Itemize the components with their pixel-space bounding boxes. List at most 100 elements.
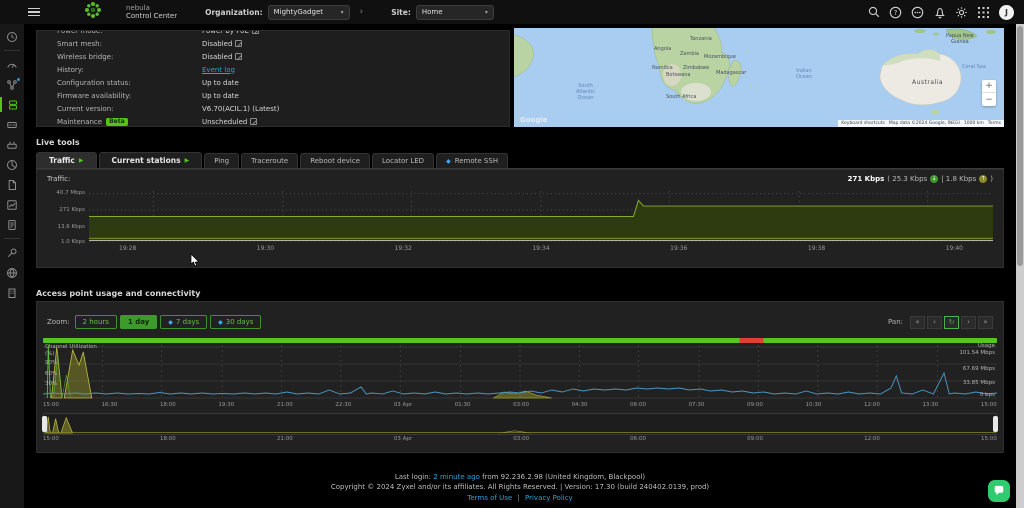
edit-icon[interactable]	[250, 118, 257, 125]
tick-label[interactable]: »	[978, 316, 993, 329]
slider-handle-left[interactable]	[42, 416, 47, 432]
ap-x-axis: 15:0016:3018:0019:3021:0022:3003 Apr01:3…	[43, 402, 997, 408]
sidebar-item-support[interactable]	[0, 265, 24, 280]
map-terms-link[interactable]: Terms	[988, 121, 1001, 126]
tick-label: 19:38	[808, 245, 825, 252]
tick-label: 12:00	[864, 402, 880, 408]
chat-widget-button[interactable]	[988, 480, 1010, 502]
tick-label[interactable]: ↻	[944, 316, 959, 329]
traffic-total: 271 Kbps	[848, 175, 885, 183]
tab-reboot-device[interactable]: Reboot device	[300, 153, 370, 168]
edit-icon[interactable]	[252, 30, 259, 34]
tab-current-stations[interactable]: Current stations ▶	[99, 152, 203, 168]
settings-gear-icon[interactable]	[955, 6, 968, 19]
sidebar-item-health[interactable]	[0, 29, 24, 44]
tab-ping[interactable]: Ping	[204, 153, 239, 168]
y-tick: 40.7 Mbps	[41, 190, 85, 196]
info-label: Current version:	[57, 105, 202, 113]
info-row: Wireless bridge: Disabled	[37, 50, 509, 63]
sidebar-item-switch[interactable]	[0, 117, 24, 132]
button-label: 1 day	[128, 318, 149, 326]
tab-traceroute[interactable]: Traceroute	[241, 153, 298, 168]
notifications-bell-icon[interactable]	[933, 6, 946, 19]
button-label: 30 days	[226, 318, 254, 326]
tick-label: 18:00	[160, 402, 176, 408]
tick-label: 06:00	[630, 436, 646, 442]
ap-section-title: Access point usage and connectivity	[36, 289, 200, 298]
sidebar-item-clients[interactable]	[0, 157, 24, 172]
keyboard-shortcuts-link[interactable]: Keyboard shortcuts	[841, 121, 885, 126]
device-info-panel: Power mode: Power by PoE Smart mesh: Dis…	[36, 30, 510, 127]
event-log-link[interactable]: Event log	[202, 66, 235, 74]
map-zoom-in-button[interactable]: +	[982, 80, 996, 93]
tick-label[interactable]: ›	[961, 316, 976, 329]
info-row: Current version: V6.70(ACIL.1) (Latest)	[37, 102, 509, 115]
privacy-policy-link[interactable]: Privacy Policy	[525, 494, 573, 502]
user-avatar[interactable]: J	[999, 5, 1014, 20]
tick-label: 10:30	[806, 402, 822, 408]
zoom-1-day-button[interactable]: 1 day	[120, 315, 157, 329]
apps-grid-icon[interactable]	[977, 6, 990, 19]
tab-traffic[interactable]: Traffic ▶	[36, 152, 97, 168]
scrollbar-thumb[interactable]	[1017, 26, 1023, 266]
chat-icon	[993, 485, 1005, 497]
pan-buttons[interactable]: «‹↻›»	[908, 316, 993, 329]
tick-label: 09:00	[747, 402, 763, 408]
range-slider[interactable]	[43, 413, 997, 435]
organization-dropdown[interactable]: MightyGadget ▾	[268, 5, 350, 20]
notification-dot	[17, 78, 20, 81]
slider-handle-right[interactable]	[993, 416, 998, 432]
sidebar-item-topology[interactable]	[0, 77, 24, 92]
help-icon[interactable]: ?	[889, 6, 902, 19]
feedback-icon[interactable]	[911, 6, 924, 19]
zoom-7-days-button[interactable]: ◆7 days	[160, 315, 207, 329]
tab-label: Locator LED	[382, 157, 424, 165]
sidebar-item-dashboard[interactable]	[0, 57, 24, 72]
sidebar-item-organization[interactable]	[0, 285, 24, 300]
sidebar-item-reports[interactable]	[0, 217, 24, 232]
legal-line: Terms of Use | Privacy Policy	[24, 493, 1016, 504]
last-login-time-link[interactable]: 2 minute ago	[433, 473, 480, 481]
edit-icon[interactable]	[235, 40, 242, 47]
tab-remote-ssh[interactable]: ◆ Remote SSH	[436, 153, 508, 168]
tick-label: 21:00	[277, 436, 293, 442]
sidebar-item-tools[interactable]	[0, 245, 24, 260]
map-scale-text: 1000 km	[964, 121, 984, 126]
sidebar-item-firmware[interactable]	[0, 177, 24, 192]
tab-label: Ping	[214, 157, 229, 165]
info-label: Wireless bridge:	[57, 53, 202, 61]
sidebar-divider	[4, 238, 20, 239]
zoom-2-hours-button[interactable]: 2 hours	[75, 315, 117, 329]
tab-locator-led[interactable]: Locator LED	[372, 153, 434, 168]
channel-utilization-chart: Channel Utilization (%) 90% 60% 30% Usag…	[43, 343, 997, 401]
info-value: Disabled	[202, 40, 232, 48]
location-map[interactable]: Tanzania Angola Zambia Mozambique Namibi…	[514, 28, 1004, 127]
tick-label: 15:00	[43, 436, 59, 442]
page-scrollbar[interactable]	[1016, 24, 1024, 508]
tick-label: 18:00	[160, 436, 176, 442]
hamburger-menu-icon[interactable]	[28, 8, 40, 17]
tick-label: 03:00	[513, 436, 529, 442]
info-value: Disabled	[202, 53, 232, 61]
edit-icon[interactable]	[235, 53, 242, 60]
search-icon[interactable]	[867, 6, 880, 19]
terms-of-use-link[interactable]: Terms of Use	[467, 494, 512, 502]
tick-label[interactable]: «	[910, 316, 925, 329]
zoom-label: Zoom:	[47, 318, 70, 326]
traffic-x-axis: 19:2819:3019:3219:3419:3619:3819:40	[89, 245, 993, 252]
y-tick: 13.6 Kbps	[41, 224, 85, 230]
sidebar-item-monitor[interactable]	[0, 197, 24, 212]
sidebar-item-access-points[interactable]	[0, 97, 24, 112]
last-login-label: Last login:	[395, 473, 431, 481]
sidebar-item-gateway[interactable]	[0, 137, 24, 152]
map-zoom-out-button[interactable]: −	[982, 93, 996, 106]
traffic-chart: 40.7 Mbps 271 Kbps 13.6 Kbps 1.0 Kbps	[89, 189, 993, 244]
info-label: Configuration status:	[57, 79, 202, 87]
button-label: 7 days	[176, 318, 199, 326]
tick-label[interactable]: ‹	[927, 316, 942, 329]
info-label: Firmware availability:	[57, 92, 202, 100]
tick-label: 19:30	[257, 245, 274, 252]
site-dropdown[interactable]: Home ▾	[416, 5, 494, 20]
zoom-30-days-button[interactable]: ◆30 days	[210, 315, 261, 329]
slider-x-axis: 15:0018:0021:0003 Apr03:0006:0009:0012:0…	[43, 436, 997, 442]
